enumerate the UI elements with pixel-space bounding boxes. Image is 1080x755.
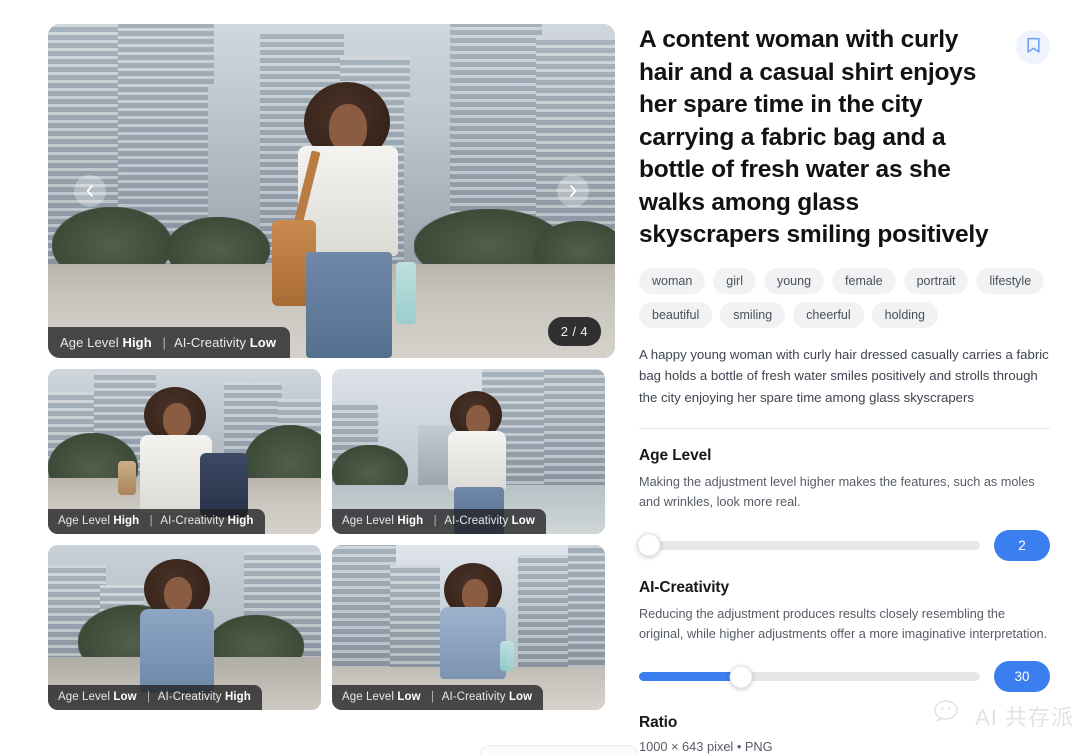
- tag-item[interactable]: cheerful: [793, 302, 864, 329]
- thumb-creativity-label: AI-Creativity: [160, 514, 225, 527]
- thumb-label-separator: |: [430, 690, 435, 703]
- ratio-title: Ratio: [639, 714, 678, 732]
- thumb-creativity-value: High: [227, 514, 254, 527]
- ratio-value: 1000 × 643 pixel • PNG: [639, 739, 773, 755]
- tag-item[interactable]: woman: [639, 268, 706, 295]
- tag-item[interactable]: female: [832, 268, 896, 295]
- thumb-creativity-label: AI-Creativity: [441, 690, 506, 703]
- thumbnail-item[interactable]: Age Level Low | AI-Creativity Low: [332, 545, 605, 710]
- next-image-button[interactable]: [557, 175, 589, 207]
- ai-creativity-value[interactable]: 30: [994, 661, 1050, 693]
- hero-image-label: Age Level High | AI-Creativity Low: [48, 327, 291, 358]
- tag-item[interactable]: holding: [871, 302, 938, 329]
- bookmark-icon: [1026, 37, 1041, 57]
- chevron-left-icon: [83, 184, 97, 198]
- section-divider: [639, 428, 1050, 430]
- thumbnail-label: Age Level High | AI-Creativity Low: [332, 508, 546, 534]
- hero-image[interactable]: Age Level High | AI-Creativity Low 2 / 4: [48, 24, 615, 358]
- ai-creativity-slider-row: 30: [639, 661, 1050, 693]
- thumbnail-label: Age Level Low | AI-Creativity Low: [332, 684, 544, 710]
- thumb-age-label: Age Level: [342, 514, 395, 527]
- tag-item[interactable]: young: [763, 268, 825, 295]
- thumb-label-separator: |: [149, 514, 153, 527]
- bookmark-button[interactable]: [1016, 30, 1050, 64]
- image-description: A happy young woman with curly hair dres…: [639, 347, 1049, 405]
- ai-creativity-description: Reducing the adjustment produces results…: [639, 606, 1048, 642]
- ratio-section: Ratio 1000 × 643 pixel • PNG: [639, 714, 1050, 754]
- image-detail-page: Age Level High | AI-Creativity Low 2 / 4: [0, 0, 1080, 755]
- thumb-creativity-value: Low: [508, 690, 533, 703]
- prev-image-button[interactable]: [74, 175, 106, 207]
- thumb-age-value: Low: [113, 690, 137, 703]
- age-level-section: Age Level Making the adjustment level hi…: [637, 447, 1050, 561]
- thumb-creativity-value: Low: [511, 514, 535, 527]
- page-title: A content woman with curly hair and a ca…: [639, 26, 989, 249]
- thumbnail-item[interactable]: Age Level High | AI-Creativity Low: [332, 369, 605, 534]
- hero-age-label: Age Level: [60, 335, 119, 350]
- thumb-creativity-label: AI-Creativity: [157, 690, 222, 703]
- thumb-age-label: Age Level: [58, 690, 111, 703]
- thumb-creativity-value: High: [224, 690, 251, 703]
- hero-label-separator: |: [162, 335, 166, 350]
- title-row: A content woman with curly hair and a ca…: [639, 24, 1050, 252]
- age-level-description: Making the adjustment level higher makes…: [639, 475, 1035, 510]
- tag-item[interactable]: beautiful: [639, 302, 713, 329]
- bottom-toolbar[interactable]: [480, 745, 638, 755]
- tag-item[interactable]: lifestyle: [976, 268, 1045, 295]
- ai-creativity-slider-thumb[interactable]: [729, 665, 753, 689]
- thumb-label-separator: |: [433, 514, 437, 527]
- age-level-title: Age Level: [639, 447, 712, 465]
- thumb-age-label: Age Level: [58, 514, 111, 527]
- ai-creativity-section: AI-Creativity Reducing the adjustment pr…: [639, 579, 1050, 693]
- thumb-age-value: High: [113, 514, 140, 527]
- gallery-column: Age Level High | AI-Creativity Low 2 / 4: [0, 0, 615, 755]
- ai-creativity-slider-track[interactable]: [639, 665, 980, 689]
- tree: [52, 207, 172, 272]
- hero-photo: [48, 24, 615, 358]
- thumb-age-value: High: [397, 514, 424, 527]
- hero-creativity-label: AI-Creativity: [173, 335, 247, 350]
- thumb-creativity-label: AI-Creativity: [444, 514, 509, 527]
- thumbnail-item[interactable]: Age Level High | AI-Creativity High: [48, 369, 321, 534]
- thumbnail-label: Age Level High | AI-Creativity High: [48, 508, 265, 534]
- thumb-label-separator: |: [146, 690, 151, 703]
- age-level-value[interactable]: 2: [994, 529, 1050, 561]
- hero-creativity-value: Low: [249, 335, 277, 350]
- tag-item[interactable]: girl: [713, 268, 756, 295]
- tree: [166, 217, 270, 272]
- details-panel: A content woman with curly hair and a ca…: [615, 0, 1080, 755]
- chevron-right-icon: [566, 184, 580, 198]
- age-level-slider-row: 2: [637, 529, 1050, 561]
- thumbnail-item[interactable]: Age Level Low | AI-Creativity High: [48, 545, 321, 710]
- age-level-slider-thumb[interactable]: [637, 533, 661, 557]
- ai-creativity-title: AI-Creativity: [639, 578, 730, 596]
- tag-item[interactable]: portrait: [903, 268, 969, 295]
- thumb-age-value: Low: [397, 690, 421, 703]
- thumbnail-grid: Age Level High | AI-Creativity High Age …: [48, 369, 605, 710]
- thumbnail-label: Age Level Low | AI-Creativity High: [48, 684, 262, 710]
- hero-age-value: High: [122, 335, 152, 350]
- tag-list: woman girl young female portrait lifesty…: [639, 268, 1050, 329]
- age-level-slider-track[interactable]: [637, 533, 980, 557]
- image-counter: 2 / 4: [547, 317, 601, 346]
- thumb-age-label: Age Level: [342, 690, 395, 703]
- tag-item[interactable]: smiling: [720, 302, 786, 329]
- ai-creativity-slider-fill: [639, 672, 742, 682]
